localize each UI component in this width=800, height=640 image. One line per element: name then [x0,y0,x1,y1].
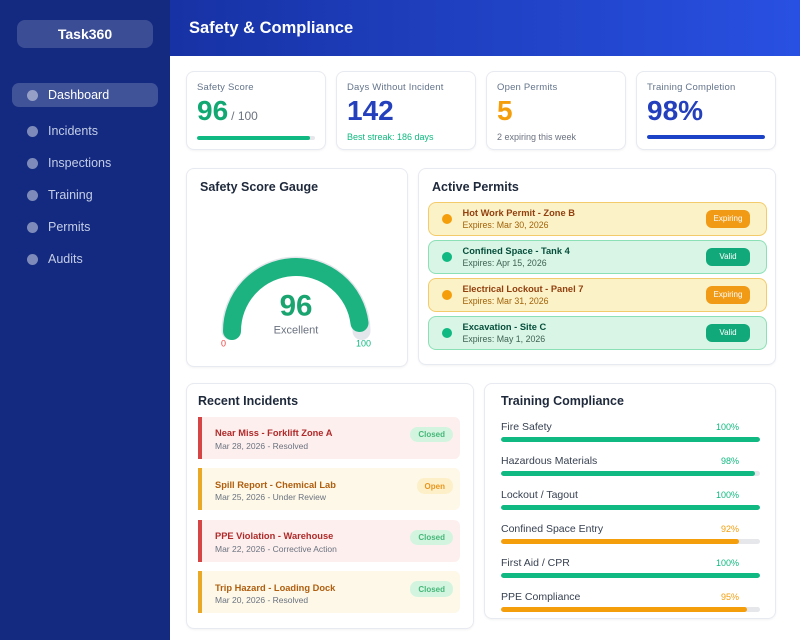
svg-text:100: 100 [355,339,370,349]
svg-text:96: 96 [279,290,312,323]
svg-text:Excellent: Excellent [273,325,318,337]
svg-text:0: 0 [221,339,226,349]
